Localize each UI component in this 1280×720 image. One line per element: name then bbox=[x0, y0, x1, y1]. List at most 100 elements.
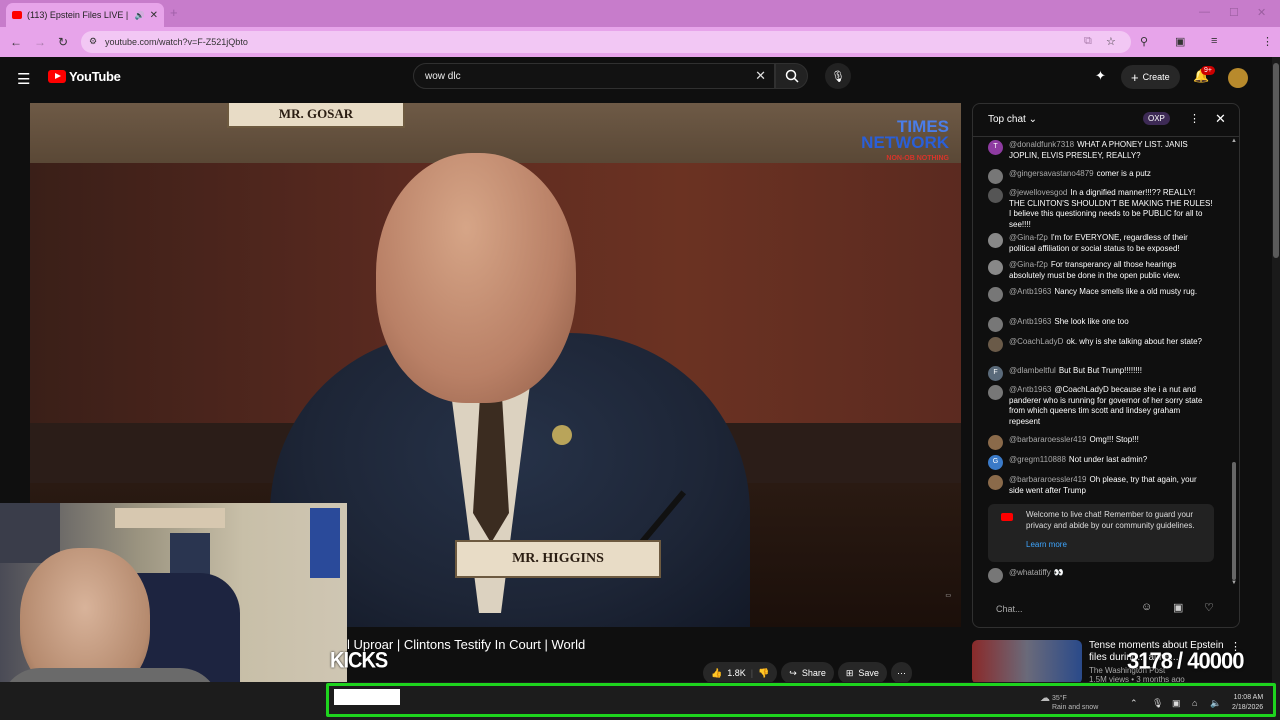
chat-more-icon[interactable]: ⋮ bbox=[1189, 112, 1200, 125]
tray-network-icon[interactable]: ⌂ bbox=[1192, 698, 1197, 708]
tray-app-icon[interactable]: ▣ bbox=[1172, 698, 1181, 709]
back-icon[interactable]: ← bbox=[10, 35, 22, 49]
search-button[interactable] bbox=[775, 63, 808, 89]
address-bar-row: ← → ↻ ⚙ youtube.com/watch?v=F-Z521jQbto … bbox=[0, 27, 1280, 75]
chat-author[interactable]: @CoachLadyD bbox=[1009, 337, 1063, 346]
chat-author[interactable]: @gregm110888 bbox=[1009, 455, 1066, 464]
emoji-icon[interactable]: ☺ bbox=[1141, 601, 1152, 613]
like-dislike-button[interactable]: 👍 1.8K | 👎 bbox=[703, 662, 778, 684]
chat-author[interactable]: @Gina-f2p bbox=[1009, 233, 1048, 242]
close-chat-icon[interactable]: ✕ bbox=[1215, 111, 1226, 127]
top-chat-dropdown[interactable]: Top chat ⌄ bbox=[988, 114, 1037, 125]
more-horizontal-icon: ⋯ bbox=[896, 667, 906, 678]
chat-avatar[interactable] bbox=[988, 169, 1003, 184]
omnibox[interactable]: ⚙ youtube.com/watch?v=F-Z521jQbto bbox=[81, 31, 1131, 53]
install-icon[interactable]: ⧉ bbox=[1084, 35, 1092, 48]
chat-author[interactable]: @jewellovesgod bbox=[1009, 188, 1067, 197]
more-actions-button[interactable]: ⋯ bbox=[890, 662, 912, 684]
chat-avatar[interactable] bbox=[988, 568, 1003, 583]
wall-poster bbox=[0, 503, 60, 563]
sidepanel-icon[interactable]: ▣ bbox=[1175, 35, 1185, 48]
chat-message: @barbararoessler419 Omg!!! Stop!!! bbox=[988, 435, 1213, 450]
reading-list-icon[interactable]: ≡ bbox=[1211, 35, 1217, 47]
chat-avatar[interactable] bbox=[988, 475, 1003, 490]
minimize-icon[interactable]: — bbox=[1199, 6, 1210, 18]
save-button[interactable]: ⊞ Save bbox=[837, 662, 887, 684]
learn-more-link[interactable]: Learn more bbox=[1026, 540, 1206, 551]
tray-chevron-icon[interactable]: ⌃ bbox=[1130, 698, 1138, 709]
chat-author[interactable]: @Gina-f2p bbox=[1009, 260, 1048, 269]
extensions-icon[interactable]: ⚲ bbox=[1140, 35, 1148, 48]
search-input[interactable]: wow dlc ✕ bbox=[413, 63, 775, 89]
hamburger-menu-icon[interactable]: ☰ bbox=[17, 70, 30, 88]
chat-message-body: @Antb1963 @CoachLadyD because she i a nut… bbox=[1009, 385, 1213, 427]
chat-avatar[interactable]: F bbox=[988, 366, 1003, 381]
page-scrollbar-thumb[interactable] bbox=[1273, 63, 1279, 258]
chrome-menu-icon[interactable]: ⋮ bbox=[1262, 35, 1273, 48]
clock-time: 10:08 AM bbox=[1233, 694, 1264, 701]
chat-avatar[interactable] bbox=[988, 337, 1003, 352]
forward-icon[interactable]: → bbox=[34, 35, 46, 49]
youtube-logo[interactable]: YouTube bbox=[48, 69, 121, 84]
chat-author[interactable]: @barbararoessler419 bbox=[1009, 435, 1087, 444]
chat-message: @Gina-f2p For transperancy all those hear… bbox=[988, 260, 1213, 281]
reload-icon[interactable]: ↻ bbox=[58, 35, 68, 49]
chat-avatar[interactable]: T bbox=[988, 140, 1003, 155]
browser-tab-strip: (113) Epstein Files LIVE | Cli 🔊 ✕ + — ☐… bbox=[0, 0, 1280, 27]
channel-points-badge[interactable]: OXP bbox=[1143, 112, 1170, 125]
voice-search-button[interactable]: 🎙 bbox=[825, 63, 851, 89]
clear-search-icon[interactable]: ✕ bbox=[755, 68, 766, 84]
taskbar-clock[interactable]: 10:08 AM 2/18/2026 bbox=[1232, 693, 1263, 713]
chat-author[interactable]: @gingersavastano4879 bbox=[1009, 169, 1094, 178]
create-button[interactable]: + Create bbox=[1121, 65, 1180, 89]
weather-temp: 35°F bbox=[1051, 695, 1067, 702]
share-button[interactable]: ↪ Share bbox=[781, 662, 834, 684]
chat-text: comer is a putz bbox=[1096, 169, 1151, 178]
bookmark-star-icon[interactable]: ☆ bbox=[1106, 35, 1116, 48]
chat-scrollbar-thumb[interactable] bbox=[1232, 462, 1236, 580]
chat-avatar[interactable] bbox=[988, 233, 1003, 248]
tray-volume-icon[interactable]: 🔈 bbox=[1210, 698, 1221, 709]
chat-author[interactable]: @dlambeltful bbox=[1009, 366, 1056, 375]
browser-tab[interactable]: (113) Epstein Files LIVE | Cli 🔊 ✕ bbox=[6, 3, 164, 27]
close-tab-icon[interactable]: ✕ bbox=[150, 10, 158, 21]
chat-author[interactable]: @barbararoessler419 bbox=[1009, 475, 1087, 484]
heart-icon[interactable]: ♡ bbox=[1204, 601, 1214, 614]
chat-avatar[interactable]: G bbox=[988, 455, 1003, 470]
tray-mic-icon[interactable]: 🎙 bbox=[1152, 698, 1163, 709]
recommended-thumbnail[interactable] bbox=[972, 640, 1082, 684]
maximize-icon[interactable]: ☐ bbox=[1229, 6, 1239, 19]
chat-author[interactable]: @Antb1963 bbox=[1009, 317, 1051, 326]
site-info-icon[interactable]: ⚙ bbox=[89, 36, 97, 47]
chat-message: @Antb1963 Nancy Mace smells like a old mu… bbox=[988, 287, 1213, 302]
speaker-icon[interactable]: 🔊 bbox=[135, 11, 145, 20]
chat-input[interactable]: Chat... bbox=[988, 598, 1188, 620]
account-avatar[interactable] bbox=[1228, 68, 1248, 88]
chat-author[interactable]: @donaldfunk7318 bbox=[1009, 140, 1074, 149]
chat-message: @Gina-f2p I'm for EVERYONE, regardless of… bbox=[988, 233, 1213, 254]
window-close-icon[interactable]: ✕ bbox=[1257, 6, 1266, 19]
plus-icon: + bbox=[1131, 69, 1139, 85]
chat-author[interactable]: @Antb1963 bbox=[1009, 385, 1051, 394]
scroll-down-icon[interactable]: ▼ bbox=[1231, 580, 1237, 586]
new-tab-icon[interactable]: + bbox=[170, 5, 178, 20]
chat-avatar[interactable] bbox=[988, 287, 1003, 302]
thumbs-down-icon[interactable]: 👎 bbox=[758, 668, 769, 679]
scroll-up-icon[interactable]: ▲ bbox=[1231, 138, 1237, 144]
chat-author[interactable]: @Antb1963 bbox=[1009, 287, 1051, 296]
weather-widget[interactable]: ☁ 35°F Rain and snow bbox=[1040, 694, 1098, 712]
chat-message-body: @gingersavastano4879 comer is a putz bbox=[1009, 169, 1151, 184]
chat-avatar[interactable] bbox=[988, 435, 1003, 450]
chat-avatar[interactable] bbox=[988, 188, 1003, 203]
page-scrollbar[interactable] bbox=[1272, 57, 1280, 682]
chat-scrollbar[interactable]: ▲ ▼ bbox=[1231, 138, 1237, 586]
chat-avatar[interactable] bbox=[988, 385, 1003, 400]
chat-author[interactable]: @whatatiffy bbox=[1009, 568, 1051, 577]
extension-puzzle-icon[interactable]: ✦ bbox=[1095, 68, 1106, 84]
chat-message-body: @gregm110888 Not under last admin? bbox=[1009, 455, 1147, 470]
thumbs-up-icon[interactable]: 👍 bbox=[711, 668, 722, 679]
chat-avatar[interactable] bbox=[988, 260, 1003, 275]
subscribe-watermark-icon[interactable]: ▭ bbox=[945, 592, 951, 599]
chat-avatar[interactable] bbox=[988, 317, 1003, 332]
super-chat-icon[interactable]: ▣ bbox=[1173, 601, 1183, 614]
